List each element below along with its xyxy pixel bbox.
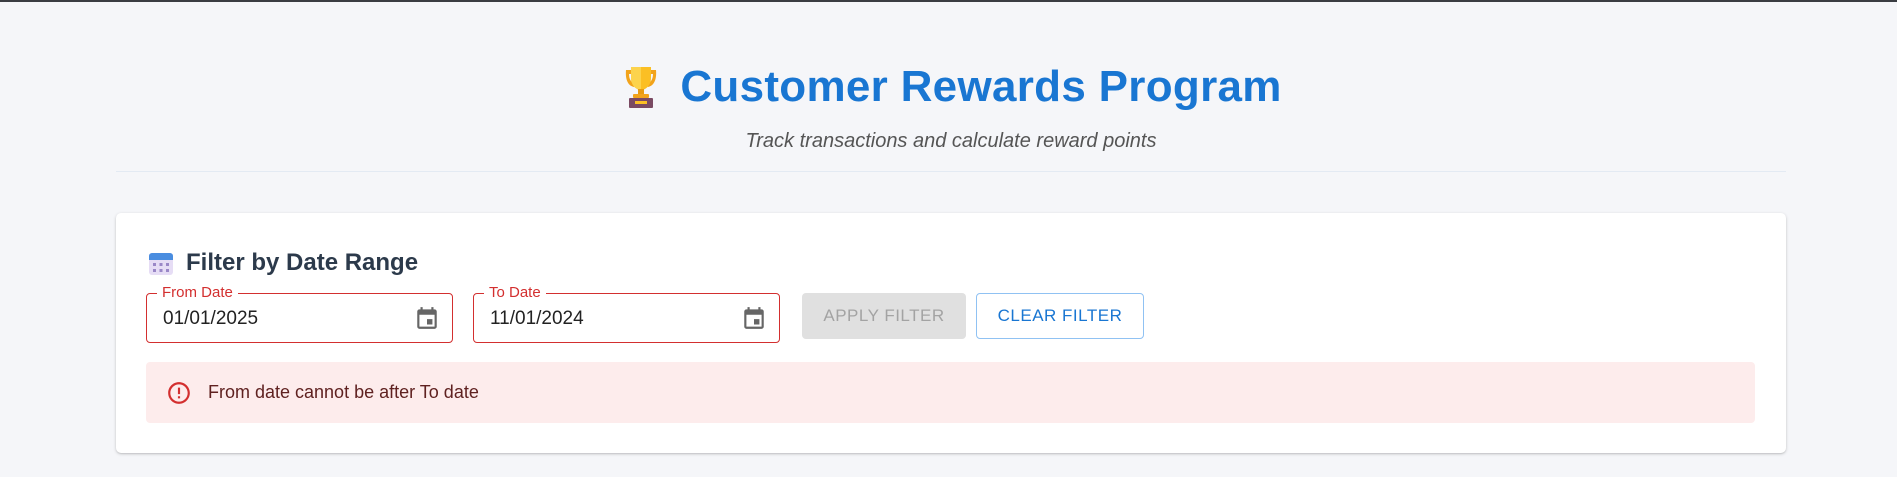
- error-message: From date cannot be after To date: [208, 382, 479, 402]
- from-date-field[interactable]: From Date: [146, 285, 453, 343]
- error-alert: From date cannot be after To date: [146, 362, 1755, 423]
- trophy-icon: [620, 64, 662, 110]
- filter-heading-row: Filter by Date Range: [148, 249, 418, 277]
- filter-heading: Filter by Date Range: [186, 249, 419, 276]
- page-subtitle: Track transactions and calculate reward …: [745, 130, 1157, 152]
- page-title: Customer Rewards Program: [680, 62, 1282, 111]
- calendar-icon: [148, 250, 174, 276]
- to-date-field[interactable]: To Date: [473, 285, 780, 343]
- to-date-calendar-icon[interactable]: [741, 305, 767, 331]
- to-date-input[interactable]: [490, 308, 720, 330]
- to-date-label: To Date: [484, 285, 546, 301]
- apply-filter-button[interactable]: APPLY FILTER: [802, 293, 966, 339]
- clear-filter-button[interactable]: CLEAR FILTER: [976, 293, 1144, 339]
- from-date-calendar-icon[interactable]: [414, 305, 440, 331]
- page-header: Customer Rewards Program Track transacti…: [116, 2, 1786, 172]
- error-icon: [166, 380, 192, 406]
- filter-card: Filter by Date Range From Date To Date A…: [116, 213, 1786, 453]
- from-date-label: From Date: [157, 285, 238, 301]
- title-row: Customer Rewards Program: [116, 62, 1786, 112]
- from-date-input[interactable]: [163, 308, 393, 330]
